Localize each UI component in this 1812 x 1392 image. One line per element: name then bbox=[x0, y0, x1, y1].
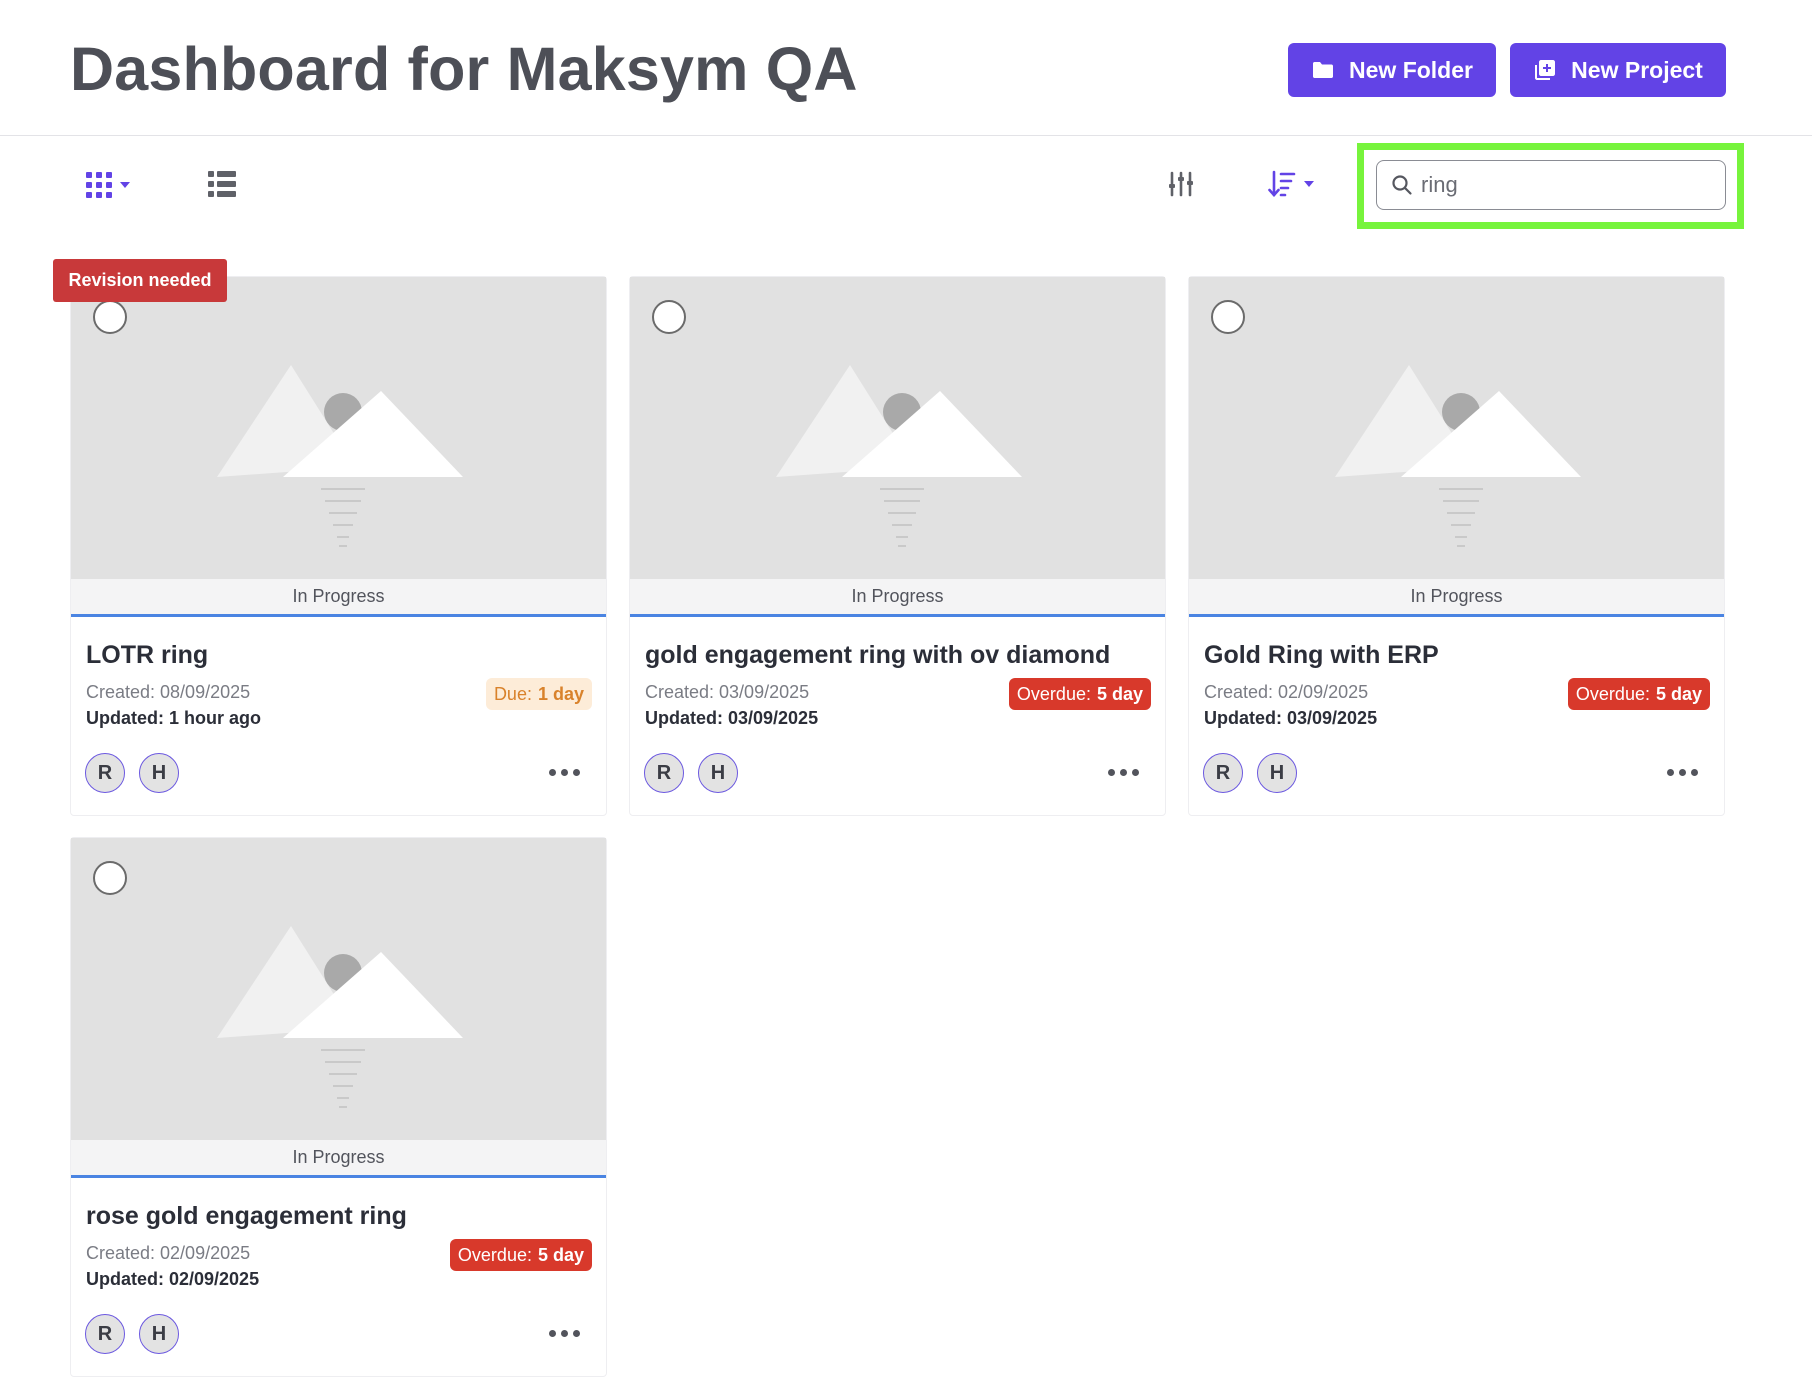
avatar[interactable]: R bbox=[85, 1314, 125, 1354]
grid-icon bbox=[86, 172, 112, 198]
project-card[interactable]: In Progress gold engagement ring with ov… bbox=[629, 276, 1166, 816]
list-view-toggle[interactable] bbox=[208, 170, 236, 198]
status-label: In Progress bbox=[630, 579, 1165, 617]
avatar[interactable]: R bbox=[1203, 753, 1243, 793]
chevron-down-icon bbox=[1304, 181, 1314, 187]
status-label: In Progress bbox=[71, 579, 606, 617]
due-value: 1 day bbox=[537, 683, 584, 704]
overdue-badge: Overdue: 5 day bbox=[1008, 678, 1151, 710]
search-icon bbox=[1392, 175, 1412, 195]
search-input[interactable] bbox=[1421, 172, 1701, 198]
new-project-label: New Project bbox=[1571, 56, 1703, 83]
project-thumbnail bbox=[630, 277, 1165, 579]
search-field[interactable] bbox=[1376, 160, 1726, 210]
created-date: Created: 08/09/2025 bbox=[86, 682, 251, 702]
overdue-label: Overdue: bbox=[1575, 683, 1650, 704]
due-label: Due: bbox=[493, 683, 532, 704]
select-checkbox[interactable] bbox=[652, 300, 686, 334]
updated-date: Updated: 02/09/2025 bbox=[86, 1269, 260, 1289]
avatar[interactable]: R bbox=[644, 753, 684, 793]
avatar[interactable]: R bbox=[85, 753, 125, 793]
avatar[interactable]: H bbox=[139, 1314, 179, 1354]
list-icon bbox=[208, 171, 236, 197]
grid-view-toggle[interactable] bbox=[86, 172, 130, 198]
more-options-icon[interactable] bbox=[1108, 769, 1139, 776]
avatar[interactable]: H bbox=[1257, 753, 1297, 793]
placeholder-image-icon bbox=[630, 277, 1165, 579]
more-options-icon[interactable] bbox=[549, 1330, 580, 1337]
updated-date: Updated: 03/09/2025 bbox=[1204, 708, 1378, 728]
project-card[interactable]: In Progress Gold Ring with ERP Created: … bbox=[1188, 276, 1725, 816]
overdue-badge: Overdue: 5 day bbox=[1567, 678, 1710, 710]
select-checkbox[interactable] bbox=[93, 300, 127, 334]
page-header: Dashboard for Maksym QA New Folder New P… bbox=[0, 0, 1812, 136]
revision-needed-badge: Revision needed bbox=[53, 259, 227, 302]
select-checkbox[interactable] bbox=[1211, 300, 1245, 334]
more-options-icon[interactable] bbox=[1667, 769, 1698, 776]
new-folder-button[interactable]: New Folder bbox=[1288, 43, 1496, 97]
folder-icon bbox=[1313, 62, 1334, 78]
overdue-label: Overdue: bbox=[1016, 683, 1091, 704]
updated-date: Updated: 03/09/2025 bbox=[645, 708, 819, 728]
created-date: Created: 02/09/2025 bbox=[1204, 682, 1369, 702]
placeholder-image-icon bbox=[1189, 277, 1724, 579]
project-thumbnail bbox=[71, 277, 606, 579]
overdue-value: 5 day bbox=[537, 1244, 584, 1265]
project-title[interactable]: rose gold engagement ring bbox=[86, 1202, 407, 1231]
new-folder-label: New Folder bbox=[1349, 56, 1473, 83]
page-title: Dashboard for Maksym QA bbox=[70, 35, 858, 103]
status-label: In Progress bbox=[1189, 579, 1724, 617]
chevron-down-icon bbox=[120, 182, 130, 188]
project-card[interactable]: In Progress LOTR ring Created: 08/09/202… bbox=[70, 276, 607, 816]
status-label: In Progress bbox=[71, 1140, 606, 1178]
select-checkbox[interactable] bbox=[93, 861, 127, 895]
sort-icon bbox=[1268, 170, 1296, 197]
project-title[interactable]: LOTR ring bbox=[86, 641, 208, 670]
avatar[interactable]: H bbox=[139, 753, 179, 793]
sliders-icon bbox=[1169, 171, 1193, 197]
placeholder-image-icon bbox=[71, 838, 606, 1140]
avatar[interactable]: H bbox=[698, 753, 738, 793]
new-project-button[interactable]: New Project bbox=[1510, 43, 1726, 97]
overdue-value: 5 day bbox=[1096, 683, 1143, 704]
project-thumbnail bbox=[71, 838, 606, 1140]
project-title[interactable]: gold engagement ring with ov diamond bbox=[645, 641, 1110, 670]
due-badge: Due: 1 day bbox=[485, 678, 592, 710]
project-card[interactable]: In Progress rose gold engagement ring Cr… bbox=[70, 837, 607, 1377]
created-date: Created: 02/09/2025 bbox=[86, 1243, 251, 1263]
created-date: Created: 03/09/2025 bbox=[645, 682, 810, 702]
updated-date: Updated: 1 hour ago bbox=[86, 708, 261, 728]
overdue-value: 5 day bbox=[1655, 683, 1702, 704]
filter-button[interactable] bbox=[1168, 171, 1194, 197]
add-project-icon bbox=[1535, 60, 1556, 80]
more-options-icon[interactable] bbox=[549, 769, 580, 776]
overdue-label: Overdue: bbox=[457, 1244, 532, 1265]
placeholder-image-icon bbox=[71, 277, 606, 579]
sort-button[interactable] bbox=[1268, 170, 1314, 198]
project-title[interactable]: Gold Ring with ERP bbox=[1204, 641, 1439, 670]
project-thumbnail bbox=[1189, 277, 1724, 579]
overdue-badge: Overdue: 5 day bbox=[449, 1239, 592, 1271]
